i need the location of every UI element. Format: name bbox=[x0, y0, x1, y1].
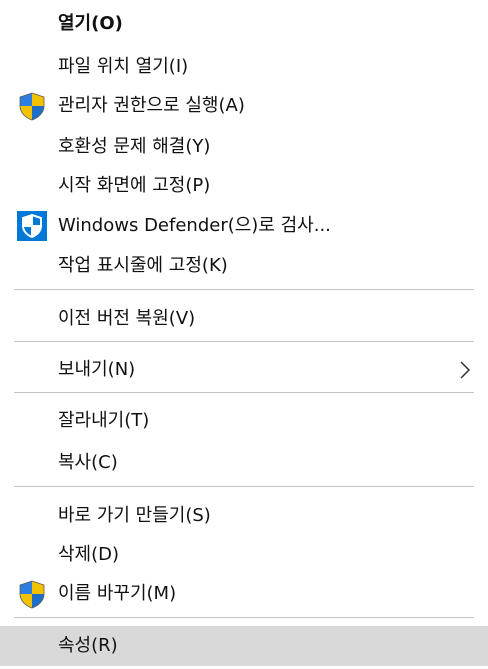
menu-item-label: 이름 바꾸기(M) bbox=[58, 583, 177, 604]
uac-shield-icon bbox=[16, 578, 48, 610]
menu-item-label: 시작 화면에 고정(P) bbox=[58, 175, 211, 196]
menu-item-scan-with-defender[interactable]: Windows Defender(으)로 검사... bbox=[0, 206, 488, 246]
menu-separator bbox=[14, 486, 474, 487]
menu-item-label: 속성(R) bbox=[58, 635, 118, 656]
menu-item-open[interactable]: 열기(O) bbox=[0, 4, 488, 44]
menu-item-label: Windows Defender(으)로 검사... bbox=[58, 215, 331, 236]
menu-item-label: 호환성 문제 해결(Y) bbox=[58, 136, 211, 157]
chevron-right-icon bbox=[458, 360, 472, 380]
menu-item-label: 삭제(D) bbox=[58, 544, 120, 565]
menu-item-send-to[interactable]: 보내기(N) bbox=[0, 350, 488, 390]
menu-item-run-as-administrator[interactable]: 관리자 권한으로 실행(A) bbox=[0, 86, 488, 126]
windows-defender-icon bbox=[16, 210, 48, 242]
menu-item-pin-to-start[interactable]: 시작 화면에 고정(P) bbox=[0, 166, 488, 206]
menu-item-label: 바로 가기 만들기(S) bbox=[58, 505, 211, 526]
menu-item-label: 관리자 권한으로 실행(A) bbox=[58, 95, 245, 116]
context-menu: 열기(O) 파일 위치 열기(I) 관리자 권한으로 실행(A) 호환성 문제 … bbox=[0, 0, 488, 669]
menu-item-delete[interactable]: 삭제(D) bbox=[0, 535, 488, 575]
menu-item-copy[interactable]: 복사(C) bbox=[0, 443, 488, 483]
menu-separator bbox=[14, 341, 474, 342]
menu-item-label: 보내기(N) bbox=[58, 359, 136, 380]
menu-item-troubleshoot-compatibility[interactable]: 호환성 문제 해결(Y) bbox=[0, 127, 488, 167]
menu-item-pin-to-taskbar[interactable]: 작업 표시줄에 고정(K) bbox=[0, 246, 488, 286]
menu-item-restore-previous-versions[interactable]: 이전 버전 복원(V) bbox=[0, 299, 488, 339]
menu-item-label: 파일 위치 열기(I) bbox=[58, 56, 189, 77]
menu-item-label: 복사(C) bbox=[58, 452, 118, 473]
menu-item-cut[interactable]: 잘라내기(T) bbox=[0, 401, 488, 441]
menu-separator bbox=[14, 617, 474, 618]
menu-item-create-shortcut[interactable]: 바로 가기 만들기(S) bbox=[0, 496, 488, 536]
menu-item-properties[interactable]: 속성(R) bbox=[0, 626, 488, 666]
menu-item-rename[interactable]: 이름 바꾸기(M) bbox=[0, 574, 488, 614]
menu-item-label: 작업 표시줄에 고정(K) bbox=[58, 255, 228, 276]
menu-item-label: 열기(O) bbox=[58, 13, 123, 34]
menu-separator bbox=[14, 289, 474, 290]
menu-item-label: 이전 버전 복원(V) bbox=[58, 308, 196, 329]
menu-separator bbox=[14, 392, 474, 393]
menu-item-label: 잘라내기(T) bbox=[58, 410, 150, 431]
uac-shield-icon bbox=[16, 90, 48, 122]
menu-item-open-file-location[interactable]: 파일 위치 열기(I) bbox=[0, 47, 488, 87]
